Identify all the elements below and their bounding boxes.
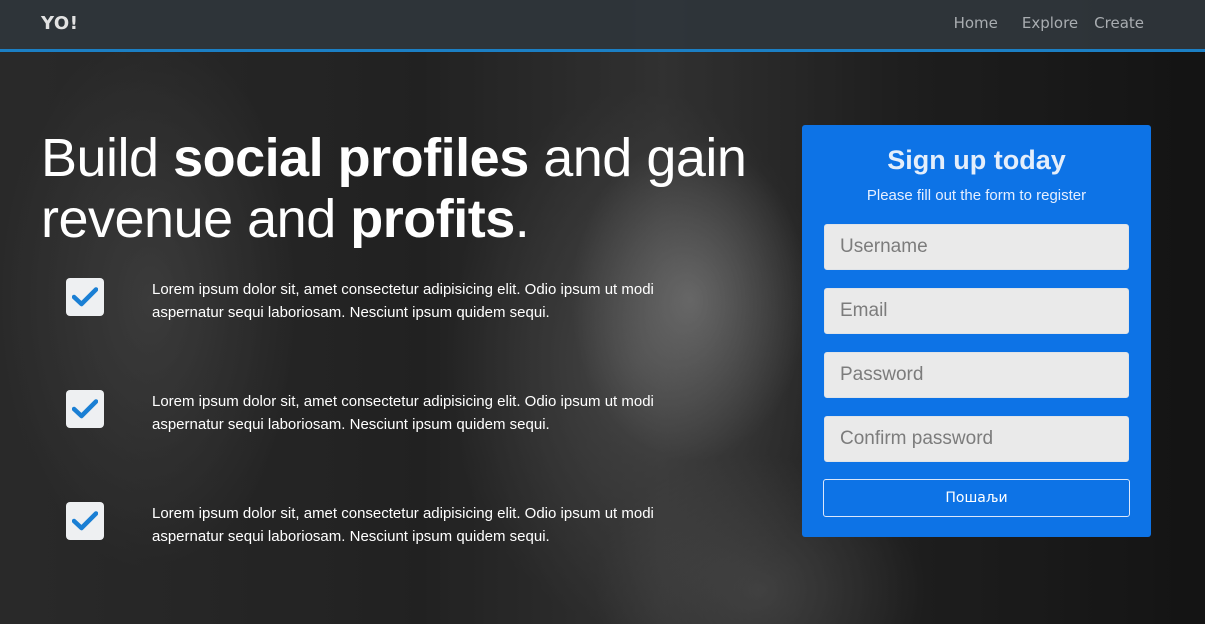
signup-title: Sign up today	[887, 145, 1066, 175]
headline-emphasis: profits	[350, 189, 515, 249]
signup-subtitle: Please fill out the form to register	[866, 187, 1087, 204]
email-input[interactable]	[824, 288, 1129, 334]
feature-item: Lorem ipsum dolor sit, amet consectetur …	[66, 502, 706, 552]
confirm-password-input[interactable]	[824, 416, 1129, 462]
submit-button[interactable]: Пошаљи	[823, 479, 1130, 517]
nav-links: Home Explore Create	[938, 14, 1144, 32]
feature-item: Lorem ipsum dolor sit, amet consectetur …	[66, 390, 706, 440]
feature-text: Lorem ipsum dolor sit, amet consectetur …	[152, 505, 654, 545]
nav-link-explore[interactable]: Explore	[1022, 14, 1078, 32]
headline-text: revenue and	[41, 189, 351, 249]
brand-logo[interactable]: YO!	[41, 13, 78, 34]
checkbox-checked-icon	[66, 278, 104, 316]
hero-section: Build social profiles and gain revenue an…	[0, 0, 1205, 624]
feature-text: Lorem ipsum dolor sit, amet consectetur …	[152, 281, 654, 321]
headline-text: Build	[41, 128, 174, 188]
checkbox-checked-icon	[66, 502, 104, 540]
nav-link-home[interactable]: Home	[954, 14, 998, 32]
feature-item: Lorem ipsum dolor sit, amet consectetur …	[66, 278, 706, 328]
feature-text: Lorem ipsum dolor sit, amet consectetur …	[152, 393, 654, 433]
signup-form: Sign up today Please fill out the form t…	[802, 125, 1151, 537]
nav-link-create[interactable]: Create	[1094, 14, 1144, 32]
top-navbar: YO! Home Explore Create	[0, 0, 1205, 52]
checkbox-checked-icon	[66, 390, 104, 428]
username-input[interactable]	[824, 224, 1129, 270]
headline-text: and gain	[528, 128, 747, 188]
password-input[interactable]	[824, 352, 1129, 398]
headline-emphasis: social profiles	[173, 128, 529, 188]
headline-text: .	[514, 189, 530, 249]
hero-headline: Build social profiles and gain revenue an…	[41, 128, 761, 250]
